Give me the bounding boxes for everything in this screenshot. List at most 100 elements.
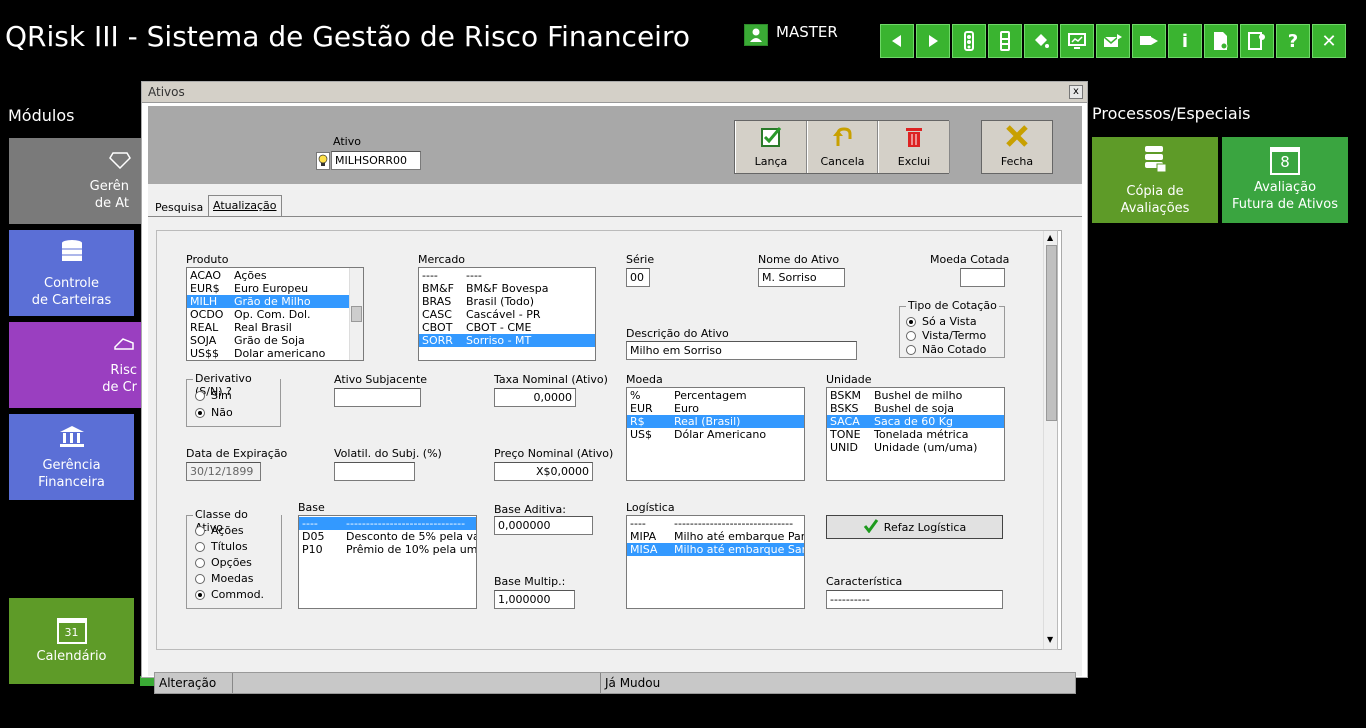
- paint-bucket-icon[interactable]: [1024, 24, 1058, 58]
- exclui-label: Exclui: [897, 155, 931, 168]
- moeda-row[interactable]: % Percentagem: [627, 389, 804, 402]
- unidade-row[interactable]: BSKM Bushel de milho: [827, 389, 1004, 402]
- produto-scrollbar[interactable]: [349, 268, 363, 360]
- mercado-row[interactable]: BRAS Brasil (Todo): [419, 295, 595, 308]
- monitor-chart-icon[interactable]: [1060, 24, 1094, 58]
- radio-commod[interactable]: Commod.: [195, 588, 264, 601]
- mail-arrow-icon[interactable]: [1096, 24, 1130, 58]
- base-multip-input[interactable]: 1,000000: [494, 590, 575, 609]
- send-mail-icon[interactable]: [1132, 24, 1166, 58]
- exclui-button[interactable]: Exclui: [878, 121, 950, 173]
- mercado-row[interactable]: SORR Sorriso - MT: [419, 334, 595, 347]
- scroll-thumb[interactable]: [351, 306, 362, 322]
- refaz-logistica-button[interactable]: Refaz Logística: [826, 515, 1003, 539]
- ativo-subjacente-input[interactable]: [334, 388, 421, 407]
- radio-sim[interactable]: Sim: [195, 389, 232, 402]
- volatil-input[interactable]: [334, 462, 415, 481]
- tile-gerencia-financeira[interactable]: Gerência Financeira: [9, 414, 134, 500]
- produto-list[interactable]: ACAO Ações EUR$ Euro Europeu MILH Grão de Mil…: [186, 267, 364, 361]
- moeda-row[interactable]: EUR Euro: [627, 402, 804, 415]
- mercado-desc: CBOT - CME: [466, 321, 532, 334]
- mercado-row[interactable]: BM&F BM&F Bovespa: [419, 282, 595, 295]
- unidade-row[interactable]: UNID Unidade (um/uma): [827, 441, 1004, 454]
- unidade-row[interactable]: SACA Saca de 60 Kg: [827, 415, 1004, 428]
- fecha-button[interactable]: Fecha: [982, 121, 1052, 173]
- produto-row[interactable]: EUR$ Euro Europeu: [187, 282, 349, 295]
- radio-so-vista[interactable]: Só a Vista: [906, 315, 977, 328]
- produto-row[interactable]: SOJA Grão de Soja: [187, 334, 349, 347]
- logistica-list[interactable]: ---- ------------------------------ MIPA Mi…: [626, 515, 805, 609]
- scroll-down-icon[interactable]: ▼: [1047, 635, 1053, 644]
- produto-row[interactable]: US$$ Dolar americano: [187, 347, 349, 360]
- base-row[interactable]: P10 Prêmio de 10% pela umid: [299, 543, 476, 556]
- descricao-input[interactable]: Milho em Sorriso: [626, 341, 857, 360]
- cancela-button[interactable]: Cancela: [807, 121, 878, 173]
- radio-label: Só a Vista: [922, 315, 977, 328]
- mercado-row[interactable]: CASC Cascável - PR: [419, 308, 595, 321]
- arrow-left-icon[interactable]: [880, 24, 914, 58]
- mercado-row[interactable]: CBOT CBOT - CME: [419, 321, 595, 334]
- info-icon[interactable]: i: [1168, 24, 1202, 58]
- unidade-row[interactable]: BSKS Bushel de soja: [827, 402, 1004, 415]
- dialog-close-button[interactable]: x: [1069, 85, 1083, 99]
- base-aditiva-input[interactable]: 0,000000: [494, 516, 593, 535]
- logistica-row[interactable]: MISA Milho até embarque Sant: [627, 543, 804, 556]
- base-row[interactable]: ---- ------------------------------: [299, 517, 476, 530]
- logistica-row[interactable]: MIPA Milho até embarque Para: [627, 530, 804, 543]
- arrow-right-icon[interactable]: [916, 24, 950, 58]
- moeda-desc: Percentagem: [674, 389, 747, 402]
- logistica-row[interactable]: ---- ------------------------------: [627, 517, 804, 530]
- tile-label-2: Avaliações: [1120, 200, 1190, 216]
- radio-opcoes[interactable]: Opções: [195, 556, 252, 569]
- tile-risco-credito[interactable]: Risc de Cr: [9, 322, 141, 408]
- bulb-icon[interactable]: [316, 152, 330, 170]
- unidade-list[interactable]: BSKM Bushel de milho BSKS Bushel de soja SAC…: [826, 387, 1005, 481]
- mercado-row[interactable]: ---- ----: [419, 269, 595, 282]
- preco-nominal-input[interactable]: X$0,0000: [494, 462, 593, 481]
- app-title: QRisk III - Sistema de Gestão de Risco F…: [5, 20, 690, 53]
- scroll-thumb[interactable]: [1046, 245, 1057, 421]
- radio-moedas[interactable]: Moedas: [195, 572, 253, 585]
- panel-scrollbar[interactable]: ▲ ▼: [1043, 231, 1057, 649]
- moeda-list[interactable]: % Percentagem EUR Euro R$ Real (Brasil) US$ Dól…: [626, 387, 805, 481]
- radio-vista-termo[interactable]: Vista/Termo: [906, 329, 986, 342]
- radio-dot: [195, 557, 205, 568]
- produto-row[interactable]: OCDO Op. Com. Dol.: [187, 308, 349, 321]
- radio-titulos[interactable]: Títulos: [195, 540, 248, 553]
- scroll-up-icon[interactable]: ▲: [1047, 233, 1053, 242]
- traffic-light-icon[interactable]: [952, 24, 986, 58]
- tile-avaliacao-futura[interactable]: 8 Avaliação Futura de Ativos: [1222, 137, 1348, 223]
- data-expiracao-input[interactable]: 30/12/1899: [186, 462, 261, 481]
- radio-nao[interactable]: Não: [195, 406, 233, 419]
- base-list[interactable]: ---- ------------------------------ D05 Des…: [298, 515, 477, 609]
- produto-row[interactable]: REAL Real Brasil: [187, 321, 349, 334]
- help-icon[interactable]: ?: [1276, 24, 1310, 58]
- moeda-cotada-input[interactable]: [960, 268, 1005, 287]
- moeda-row[interactable]: US$ Dólar Americano: [627, 428, 804, 441]
- mercado-list[interactable]: ---- ---- BM&F BM&F Bovespa BRAS Brasil (Todo…: [418, 267, 596, 361]
- processos-label: Processos/Especiais: [1092, 104, 1251, 123]
- produto-row[interactable]: MILH Grão de Milho: [187, 295, 349, 308]
- tab-atualizacao[interactable]: Atualização: [208, 195, 282, 217]
- document-settings-icon[interactable]: [1204, 24, 1238, 58]
- tab-pesquisa[interactable]: Pesquisa: [151, 198, 207, 218]
- taxa-nominal-input[interactable]: 0,0000: [494, 388, 576, 407]
- close-icon[interactable]: ✕: [1312, 24, 1346, 58]
- tile-calendario[interactable]: 31 Calendário: [9, 598, 134, 684]
- ativo-input[interactable]: MILHSORR00: [331, 151, 421, 170]
- unidade-row[interactable]: TONE Tonelada métrica: [827, 428, 1004, 441]
- nome-ativo-input[interactable]: M. Sorriso: [758, 268, 845, 287]
- produto-row[interactable]: ACAO Ações: [187, 269, 349, 282]
- caracteristica-input[interactable]: ----------: [826, 590, 1003, 609]
- moeda-row[interactable]: R$ Real (Brasil): [627, 415, 804, 428]
- tile-controle-carteiras[interactable]: Controle de Carteiras: [9, 230, 134, 316]
- certificate-icon[interactable]: [1240, 24, 1274, 58]
- serie-input[interactable]: 00: [626, 268, 650, 287]
- traffic-light-2-icon[interactable]: [988, 24, 1022, 58]
- radio-nao-cotado[interactable]: Não Cotado: [906, 343, 986, 356]
- tile-copia-avaliacoes[interactable]: Cópia de Avaliações: [1092, 137, 1218, 223]
- tile-gerencia-ativos[interactable]: Gerên de At: [9, 138, 141, 224]
- lanca-button[interactable]: Lança: [735, 121, 807, 173]
- base-row[interactable]: D05 Desconto de 5% pela var: [299, 530, 476, 543]
- radio-acoes[interactable]: Ações: [195, 524, 244, 537]
